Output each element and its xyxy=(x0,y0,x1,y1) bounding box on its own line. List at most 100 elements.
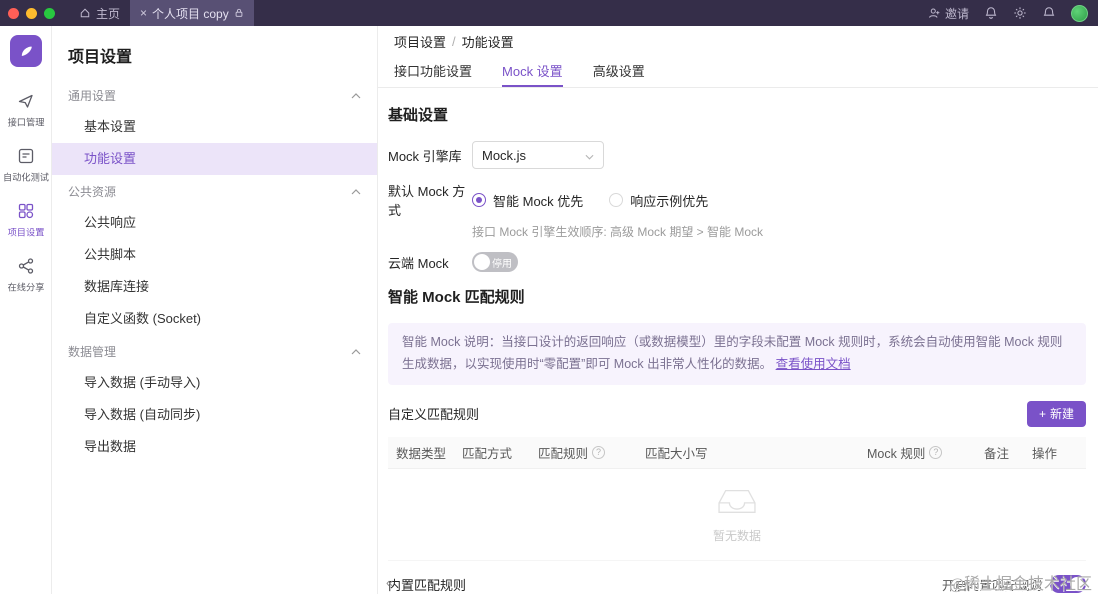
invite-label: 邀请 xyxy=(945,5,969,22)
sidebar-item-import-manual[interactable]: 导入数据 (手动导入) xyxy=(52,367,377,399)
col-actions: 操作 xyxy=(1024,443,1086,462)
invite-person-icon xyxy=(928,7,941,20)
radio-checked-icon xyxy=(472,193,486,207)
collapse-sidebar-button[interactable]: « xyxy=(386,575,393,590)
sidebar-item-custom-functions[interactable]: 自定义函数 (Socket) xyxy=(52,303,377,335)
rail-item-project-settings[interactable]: 项目设置 xyxy=(0,193,51,248)
online-share-icon xyxy=(17,257,35,275)
new-rule-button-label: 新建 xyxy=(1050,405,1074,422)
breadcrumb: 项目设置 / 功能设置 xyxy=(378,26,1098,56)
breadcrumb-root[interactable]: 项目设置 xyxy=(394,32,446,51)
main-panel: 项目设置 / 功能设置 接口功能设置 Mock 设置 高级设置 基础设置 Moc… xyxy=(378,26,1098,594)
mock-settings-content: 基础设置 Mock 引擎库 Mock.js 默认 Mock 方式 智能 Mock… xyxy=(378,88,1098,594)
maximize-window-button[interactable] xyxy=(44,8,55,19)
help-icon[interactable]: ? xyxy=(592,446,605,459)
empty-inbox-icon xyxy=(714,484,760,521)
mock-mode-hint: 接口 Mock 引擎生效顺序: 高级 Mock 期望 > 智能 Mock xyxy=(472,223,1086,240)
topbar: 主页 × 个人项目 copy 邀请 xyxy=(0,0,1098,26)
notification-icon[interactable] xyxy=(984,6,998,20)
settings-tabs: 接口功能设置 Mock 设置 高级设置 xyxy=(378,56,1098,88)
builtin-rules-title: 内置匹配规则 xyxy=(388,575,466,594)
rail-item-auto-test[interactable]: 自动化测试 xyxy=(0,138,51,193)
close-window-button[interactable] xyxy=(8,8,19,19)
custom-rules-table-header: 数据类型 匹配方式 匹配规则? 匹配大小写 Mock 规则? 备注 操作 xyxy=(388,437,1086,469)
gear-icon[interactable] xyxy=(1013,6,1027,20)
cloud-mock-toggle[interactable]: 停用 xyxy=(472,252,518,272)
sidebar-group-shared-resources[interactable]: 公共资源 xyxy=(52,175,377,207)
breadcrumb-separator: / xyxy=(452,34,456,49)
sidebar-item-export-data[interactable]: 导出数据 xyxy=(52,431,377,463)
smart-mock-info-text: 智能 Mock 说明：当接口设计的返回响应（或数据模型）里的字段未配置 Mock… xyxy=(402,335,1062,371)
radio-unchecked-icon xyxy=(609,193,623,207)
home-tab-label: 主页 xyxy=(96,5,120,22)
help-icon[interactable]: ? xyxy=(929,446,942,459)
col-match-rule: 匹配规则 xyxy=(538,443,588,462)
sidebar-item-database-connections[interactable]: 数据库连接 xyxy=(52,271,377,303)
radio-smart-mock-first[interactable]: 智能 Mock 优先 xyxy=(472,191,583,210)
tab-mock-settings[interactable]: Mock 设置 xyxy=(502,56,563,87)
radio-label: 响应示例优先 xyxy=(630,191,708,210)
sidebar-group-label: 数据管理 xyxy=(68,343,116,360)
mock-engine-label: Mock 引擎库 xyxy=(388,146,472,165)
project-settings-icon xyxy=(17,202,35,220)
auto-test-icon xyxy=(17,147,35,165)
chevron-down-icon xyxy=(585,148,594,163)
rail-item-api-management[interactable]: 接口管理 xyxy=(0,83,51,138)
chevron-up-icon xyxy=(351,88,361,102)
rail-item-label: 在线分享 xyxy=(7,280,44,294)
lock-icon xyxy=(234,8,244,18)
invite-button[interactable]: 邀请 xyxy=(928,5,969,22)
mock-engine-select[interactable]: Mock.js xyxy=(472,141,604,169)
close-tab-icon[interactable]: × xyxy=(140,7,147,19)
api-management-icon xyxy=(17,92,35,110)
window-controls[interactable] xyxy=(8,8,55,19)
docs-link[interactable]: 查看使用文档 xyxy=(776,357,851,371)
sidebar-title: 项目设置 xyxy=(52,26,377,79)
project-tab-label: 个人项目 copy xyxy=(152,5,229,22)
builtin-toggle-label: 开启内置匹配规则 xyxy=(942,575,1042,594)
plus-icon: + xyxy=(1039,407,1046,421)
project-tab[interactable]: × 个人项目 copy xyxy=(130,0,254,26)
col-case-sensitive: 匹配大小写 xyxy=(637,443,859,462)
sidebar-item-shared-responses[interactable]: 公共响应 xyxy=(52,207,377,239)
col-note: 备注 xyxy=(976,443,1024,462)
user-avatar[interactable] xyxy=(1071,5,1088,22)
cloud-mock-label: 云端 Mock xyxy=(388,253,472,272)
sidebar-item-feature-settings[interactable]: 功能设置 xyxy=(52,143,377,175)
chevron-up-icon xyxy=(351,344,361,358)
empty-text: 暂无数据 xyxy=(713,527,761,544)
breadcrumb-current: 功能设置 xyxy=(462,32,514,51)
sidebar-group-label: 公共资源 xyxy=(68,183,116,200)
radio-response-example-first[interactable]: 响应示例优先 xyxy=(609,191,708,210)
rail-item-label: 自动化测试 xyxy=(3,170,49,184)
sidebar-group-data-management[interactable]: 数据管理 xyxy=(52,335,377,367)
sidebar-item-shared-scripts[interactable]: 公共脚本 xyxy=(52,239,377,271)
chevron-up-icon xyxy=(351,184,361,198)
home-icon xyxy=(79,7,91,19)
activity-rail: 接口管理 自动化测试 项目设置 在线分享 xyxy=(0,26,52,594)
mock-mode-radio-group: 智能 Mock 优先 响应示例优先 xyxy=(472,191,708,210)
settings-sidebar: 项目设置 通用设置 基本设置 功能设置 公共资源 公共响应 公共脚本 数据库连接… xyxy=(52,26,378,594)
tab-advanced-settings[interactable]: 高级设置 xyxy=(593,56,645,87)
sidebar-group-label: 通用设置 xyxy=(68,87,116,104)
tab-api-feature-settings[interactable]: 接口功能设置 xyxy=(394,56,472,87)
sidebar-item-basic-settings[interactable]: 基本设置 xyxy=(52,111,377,143)
radio-label: 智能 Mock 优先 xyxy=(493,191,583,210)
mock-engine-value: Mock.js xyxy=(482,148,526,163)
sidebar-item-import-sync[interactable]: 导入数据 (自动同步) xyxy=(52,399,377,431)
minimize-window-button[interactable] xyxy=(26,8,37,19)
rail-item-online-share[interactable]: 在线分享 xyxy=(0,248,51,303)
default-mock-mode-label: 默认 Mock 方式 xyxy=(388,181,472,219)
basic-settings-heading: 基础设置 xyxy=(388,104,1086,125)
home-tab[interactable]: 主页 xyxy=(69,0,130,26)
rail-item-label: 接口管理 xyxy=(7,115,44,129)
smart-mock-heading: 智能 Mock 匹配规则 xyxy=(388,286,1086,307)
empty-state: 暂无数据 xyxy=(388,469,1086,561)
custom-rules-title: 自定义匹配规则 xyxy=(388,404,479,423)
smart-mock-info-box: 智能 Mock 说明：当接口设计的返回响应（或数据模型）里的字段未配置 Mock… xyxy=(388,323,1086,385)
app-logo[interactable] xyxy=(10,35,42,67)
builtin-rules-toggle[interactable] xyxy=(1050,575,1086,593)
sidebar-group-general[interactable]: 通用设置 xyxy=(52,79,377,111)
bell-icon[interactable] xyxy=(1042,6,1056,20)
new-rule-button[interactable]: + 新建 xyxy=(1027,401,1086,427)
